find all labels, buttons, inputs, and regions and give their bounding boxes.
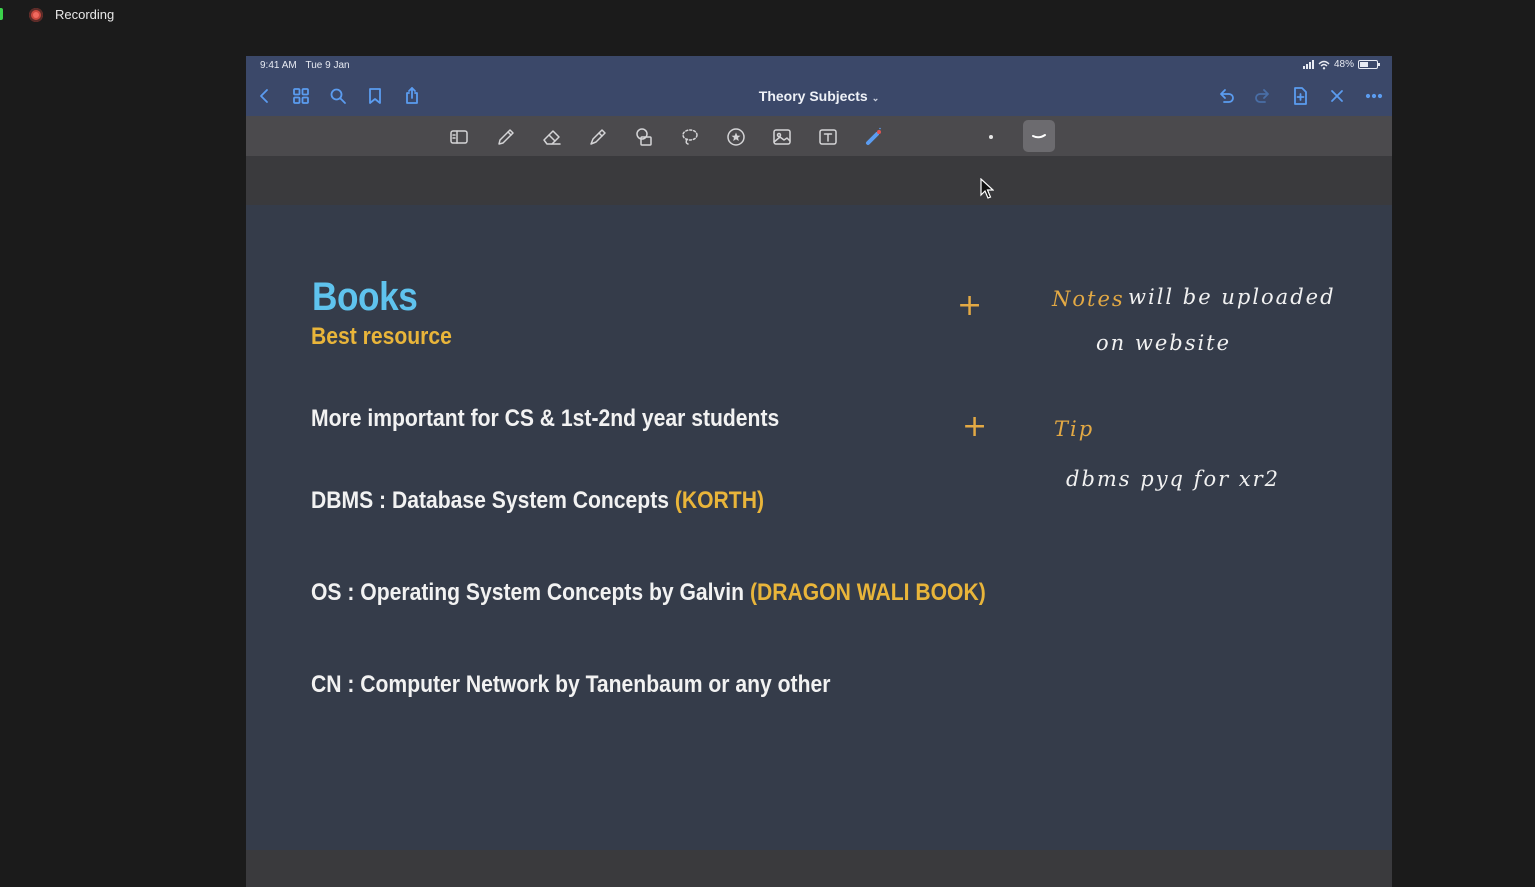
undo-icon[interactable] [1214, 84, 1238, 108]
handwritten-tip: Tip [1054, 417, 1095, 441]
mouse-cursor-icon [980, 178, 994, 199]
battery-percent: 48% [1333, 59, 1354, 70]
navigation-bar: Theory Subjects ⌄ [246, 76, 1392, 116]
page-gap [246, 156, 1392, 205]
note-line-3-text: OS : Operating System Concepts by Galvin [311, 579, 750, 606]
recording-label: Recording [55, 7, 115, 22]
pen-thickness-icon[interactable] [1023, 120, 1055, 152]
drawing-toolbar [246, 116, 1392, 156]
wifi-icon [1318, 60, 1330, 69]
note-line-2-text: DBMS : Database System Concepts [311, 487, 675, 514]
handwritten-notes: Notes [1052, 287, 1125, 311]
lasso-icon[interactable] [677, 124, 703, 150]
pen-icon[interactable] [493, 124, 519, 150]
handwritten-uploaded: will be uploaded [1128, 285, 1336, 309]
note-line-1: More important for CS & 1st-2nd year stu… [311, 405, 780, 432]
note-line-3: OS : Operating System Concepts by Galvin… [311, 579, 986, 607]
note-line-2-highlight: (KORTH) [674, 487, 764, 514]
note-line-2: DBMS : Database System Concepts (KORTH) [311, 487, 764, 515]
page-title: Books [312, 275, 418, 319]
handwritten-tip-line: dbms pyq for xr2 [1066, 467, 1281, 491]
close-icon[interactable] [1325, 84, 1349, 108]
record-icon [29, 8, 43, 22]
note-line-3-highlight: (DRAGON WALI BOOK) [749, 579, 986, 606]
image-icon[interactable] [769, 124, 795, 150]
chevron-down-icon: ⌄ [871, 93, 880, 103]
text-tool-icon[interactable] [815, 124, 841, 150]
signal-icon [1302, 60, 1314, 69]
eraser-icon[interactable] [539, 124, 565, 150]
status-bar: 9:41 AM Tue 9 Jan 48% [246, 56, 1392, 76]
highlighter-icon[interactable] [585, 124, 611, 150]
sticker-icon[interactable] [723, 124, 749, 150]
page-subtitle: Best resource [311, 323, 452, 350]
handwritten-plus-1: + [957, 288, 983, 323]
page-footer-gap [246, 850, 1392, 887]
recording-indicator[interactable]: Recording [0, 0, 300, 30]
status-date: Tue 9 Jan [305, 60, 350, 71]
more-icon[interactable] [1362, 84, 1386, 108]
add-page-icon[interactable] [1288, 84, 1312, 108]
redo-icon[interactable] [1251, 84, 1275, 108]
mic-indicator [0, 8, 3, 20]
handwritten-plus-2: + [962, 409, 988, 444]
note-line-4: CN : Computer Network by Tanenbaum or an… [311, 671, 831, 698]
sidebar-toggle-icon[interactable] [446, 124, 472, 150]
laser-pointer-icon[interactable] [861, 124, 887, 150]
shared-screen: 9:41 AM Tue 9 Jan 48% Theory Subjects⌄ [246, 56, 1392, 887]
note-page[interactable]: Books Best resource More important for C… [246, 205, 1392, 850]
document-title-text: Theory Subjects [758, 88, 868, 104]
shapes-icon[interactable] [631, 124, 657, 150]
handwritten-website: on website [1096, 331, 1232, 355]
status-time: 9:41 AM [260, 60, 297, 71]
battery-icon [1358, 60, 1380, 69]
pen-size-dot-icon[interactable] [978, 124, 1004, 150]
